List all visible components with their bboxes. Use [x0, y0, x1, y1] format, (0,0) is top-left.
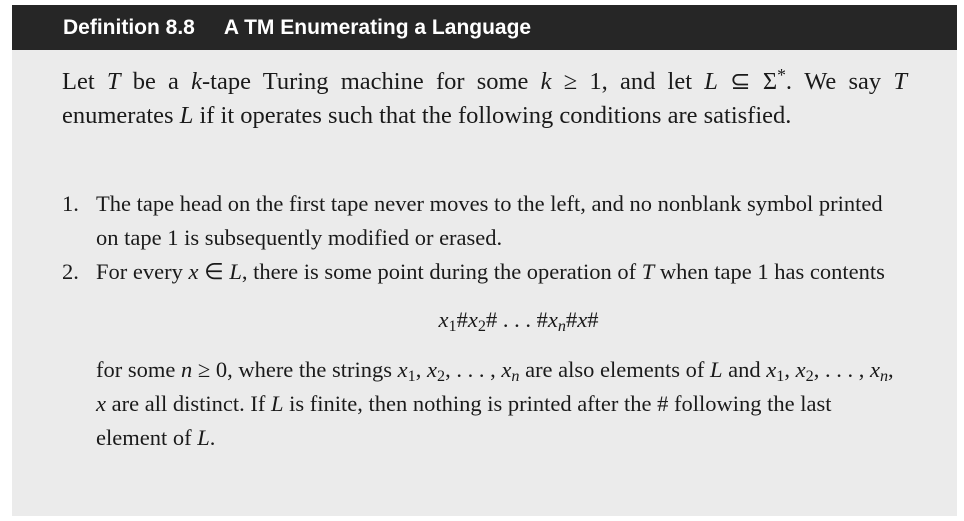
item-text: For every x ∈ L, there is some point dur…: [96, 259, 885, 284]
definition-intro: Let T be a k-tape Turing machine for som…: [62, 65, 907, 129]
definition-header: Definition 8.8 A TM Enumerating a Langua…: [12, 5, 957, 50]
condition-list: 1. The tape head on the first tape never…: [62, 187, 907, 455]
item-text: The tape head on the first tape never mo…: [96, 191, 883, 250]
definition-label: Definition 8.8: [63, 15, 195, 39]
item-number: 1.: [62, 191, 79, 216]
item-text-continued: for some n ≥ 0, where the strings x1, x2…: [96, 357, 894, 450]
item-number: 2.: [62, 259, 79, 284]
condition-item-2: 2. For every x ∈ L, there is some point …: [62, 255, 907, 455]
tape-contents-formula: x1#x2# . . . #xn#x#: [438, 307, 599, 336]
definition-title: A TM Enumerating a Language: [223, 15, 532, 39]
definition-box: Definition 8.8 A TM Enumerating a Langua…: [12, 5, 957, 516]
condition-item-1: 1. The tape head on the first tape never…: [62, 187, 907, 255]
